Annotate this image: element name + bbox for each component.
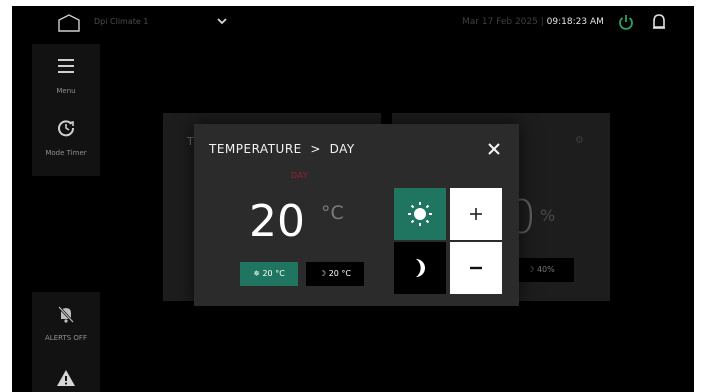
- screen: Dpi Climate 1 Mar 17 Feb 2025 | 09:18:23…: [12, 6, 694, 392]
- plus-icon: [470, 208, 482, 220]
- date-text: Mar 17 Feb 2025: [462, 17, 538, 27]
- home-icon[interactable]: [56, 13, 82, 33]
- alerts-off-label: ALERTS OFF: [45, 334, 87, 342]
- moon-icon: ☽: [527, 265, 535, 274]
- menu-icon: [58, 59, 74, 73]
- chevron-down-icon[interactable]: [215, 15, 229, 27]
- dialog-subtitle: DAY: [329, 142, 355, 156]
- temperature-dialog: TEMPERATURE > DAY DAY 20 °C ✵ 20 °C ☽ 20…: [194, 124, 519, 306]
- humidity-night-value: 40%: [536, 265, 555, 274]
- time-text: 09:18:23 AM: [546, 17, 604, 27]
- mode-timer-label: Mode Timer: [45, 149, 87, 157]
- night-mode-button[interactable]: [394, 242, 446, 294]
- alerts-off-button[interactable]: ALERTS OFF: [32, 292, 100, 360]
- moon-icon: ☽: [318, 269, 327, 278]
- tile-settings-icon[interactable]: ⚙: [575, 135, 584, 146]
- timer-icon: [58, 120, 75, 137]
- dialog-title-text: TEMPERATURE: [209, 142, 302, 156]
- bell-icon[interactable]: [652, 13, 666, 31]
- moon-icon: [416, 259, 426, 277]
- warning-button[interactable]: [32, 358, 100, 392]
- day-mode-button[interactable]: [394, 188, 446, 240]
- datetime: Mar 17 Feb 2025 | 09:18:23 AM: [462, 17, 604, 27]
- bell-off-icon: [58, 306, 74, 323]
- power-icon[interactable]: [618, 13, 634, 31]
- sun-icon: ✵: [253, 269, 260, 278]
- decrease-button[interactable]: [450, 242, 502, 294]
- night-setpoint-chip[interactable]: ☽ 20 °C: [306, 262, 364, 286]
- date-separator: |: [540, 17, 544, 27]
- mode-label: DAY: [291, 171, 309, 180]
- night-setpoint-value: 20 °C: [328, 269, 352, 278]
- breadcrumb-arrow: >: [310, 142, 321, 156]
- mode-timer-button[interactable]: Mode Timer: [32, 108, 100, 176]
- day-setpoint-chip[interactable]: ✵ 20 °C: [240, 262, 298, 286]
- temperature-unit: °C: [321, 202, 344, 224]
- menu-label: Menu: [56, 87, 76, 95]
- sun-icon: [408, 202, 432, 226]
- day-setpoint-value: 20 °C: [262, 269, 285, 278]
- device-name[interactable]: Dpi Climate 1: [94, 17, 148, 26]
- increase-button[interactable]: [450, 188, 502, 240]
- humidity-unit: %: [540, 206, 556, 225]
- tile-title-partial: T: [187, 135, 194, 148]
- close-icon[interactable]: [486, 141, 502, 157]
- minus-icon: [470, 266, 482, 270]
- menu-button[interactable]: Menu: [32, 44, 100, 112]
- warning-icon: [57, 370, 75, 386]
- dialog-title: TEMPERATURE > DAY: [209, 142, 355, 156]
- temperature-value: 20: [249, 196, 305, 247]
